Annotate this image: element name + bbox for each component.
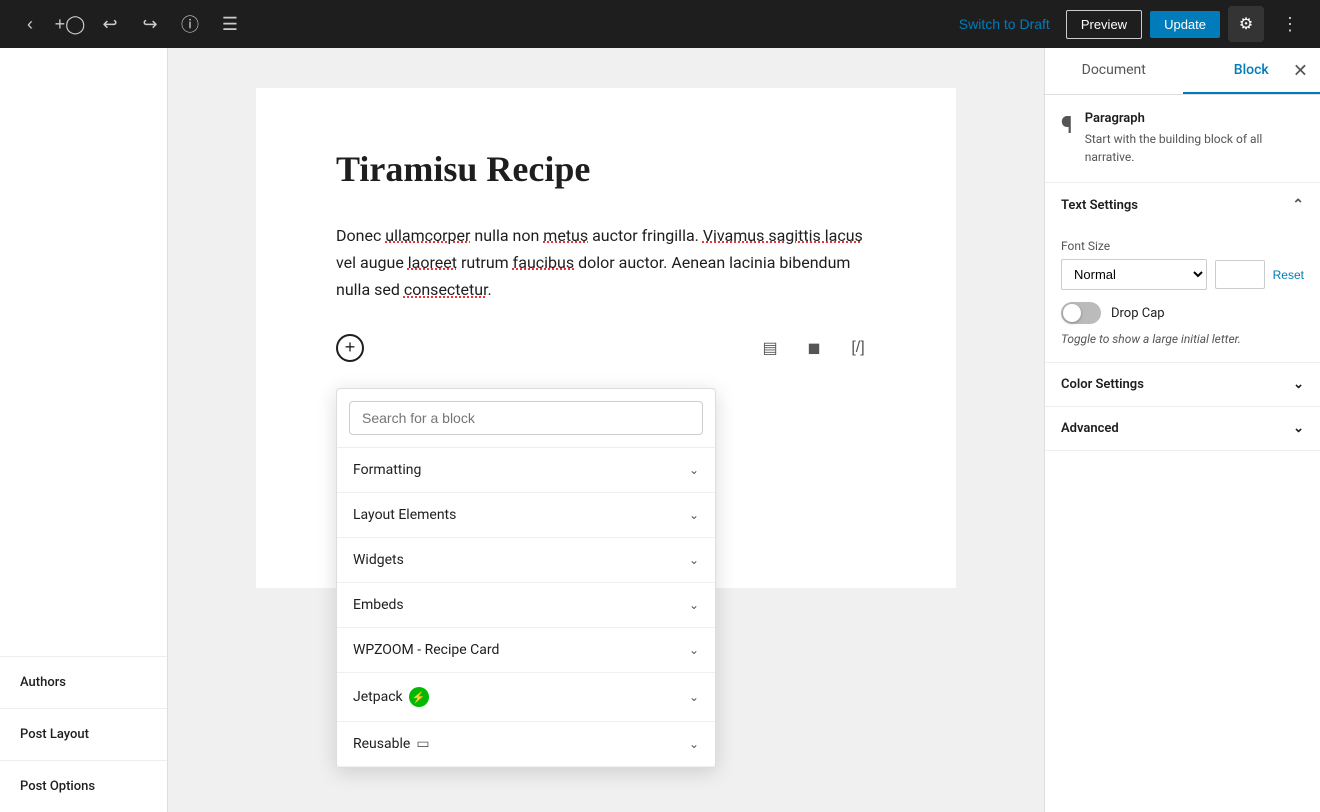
block-description: Start with the building block of all nar…: [1085, 130, 1304, 166]
paragraph-icon: ¶: [1061, 111, 1073, 139]
text-settings-header[interactable]: Text Settings ⌃: [1045, 183, 1320, 227]
advanced-collapse-icon: ⌄: [1293, 421, 1304, 436]
add-block-toolbar-button[interactable]: +◯: [52, 6, 88, 42]
block-category-wpzoom[interactable]: WPZOOM - Recipe Card ⌄: [337, 628, 715, 673]
font-size-label: Font Size: [1061, 239, 1304, 253]
reusable-block-icon: ▭: [416, 736, 429, 752]
block-category-widgets-label: Widgets: [353, 552, 404, 568]
bottom-sidebar-items: Authors Post Layout Post Options: [0, 656, 167, 812]
color-settings-title: Color Settings: [1061, 377, 1144, 392]
chevron-down-icon: ⌄: [689, 690, 699, 704]
tab-document[interactable]: Document: [1045, 48, 1183, 94]
block-category-embeds-label: Embeds: [353, 597, 404, 613]
spell-check-6: consectetur: [404, 280, 488, 299]
update-button[interactable]: Update: [1150, 11, 1220, 38]
block-category-formatting[interactable]: Formatting ⌄: [337, 448, 715, 493]
font-size-custom-input[interactable]: [1215, 260, 1265, 289]
spell-check-5: faucibus: [513, 253, 574, 272]
spell-check-2: metus: [543, 226, 588, 245]
left-sidebar: Authors Post Layout Post Options: [0, 48, 168, 812]
toggle-switch-thumb: [1063, 304, 1081, 322]
jetpack-badge-icon: ⚡: [409, 687, 429, 707]
post-paragraph[interactable]: Donec ullamcorper nulla non metus auctor…: [336, 222, 876, 304]
sidebar-item-authors[interactable]: Authors: [0, 656, 167, 708]
spell-check-3: Vivamus sagittis lacus: [703, 226, 863, 245]
text-settings-title: Text Settings: [1061, 198, 1138, 213]
drop-cap-label: Drop Cap: [1111, 306, 1165, 321]
toolbar: ‹ +◯ ↩ ↪ ⓘ ☰ Switch to Draft Preview Upd…: [0, 0, 1320, 48]
close-sidebar-button[interactable]: ✕: [1289, 57, 1312, 86]
chevron-down-icon: ⌄: [689, 737, 699, 751]
chevron-down-icon: ⌄: [689, 508, 699, 522]
redo-button[interactable]: ↪: [132, 6, 168, 42]
chevron-down-icon: ⌄: [689, 463, 699, 477]
right-sidebar: Document Block ✕ ¶ Paragraph Start with …: [1044, 48, 1320, 812]
font-size-row: Small Normal Medium Large Huge Reset: [1061, 259, 1304, 290]
paragraph-block-icon[interactable]: ▤: [752, 330, 788, 366]
block-category-reusable[interactable]: Reusable ▭ ⌄: [337, 722, 715, 767]
font-size-reset-button[interactable]: Reset: [1273, 268, 1304, 282]
list-view-button[interactable]: ☰: [212, 6, 248, 42]
block-type-icons: ▤ ◼ [/]: [752, 330, 876, 366]
image-block-icon[interactable]: ◼: [796, 330, 832, 366]
chevron-down-icon: ⌄: [689, 553, 699, 567]
toolbar-right: Switch to Draft Preview Update ⚙ ⋮: [951, 6, 1308, 42]
preview-button[interactable]: Preview: [1066, 10, 1142, 39]
post-title[interactable]: Tiramisu Recipe: [336, 148, 876, 190]
block-info-text: Paragraph Start with the building block …: [1085, 111, 1304, 166]
sidebar-item-post-layout[interactable]: Post Layout: [0, 708, 167, 760]
main-layout: Authors Post Layout Post Options Tiramis…: [0, 48, 1320, 812]
jetpack-label-group: Jetpack ⚡: [353, 687, 429, 707]
drop-cap-toggle[interactable]: [1061, 302, 1101, 324]
color-settings-collapse-icon: ⌄: [1293, 377, 1304, 392]
chevron-down-icon: ⌄: [689, 598, 699, 612]
switch-to-draft-button[interactable]: Switch to Draft: [951, 10, 1058, 38]
settings-gear-button[interactable]: ⚙: [1228, 6, 1264, 42]
text-settings-section: Text Settings ⌃ Font Size Small Normal M…: [1045, 183, 1320, 363]
advanced-header[interactable]: Advanced ⌄: [1045, 407, 1320, 451]
advanced-title: Advanced: [1061, 421, 1119, 436]
block-inserter: Formatting ⌄ Layout Elements ⌄ Widgets ⌄…: [336, 388, 716, 768]
text-settings-collapse-icon: ⌃: [1292, 197, 1304, 213]
add-block-inline-button[interactable]: +: [336, 334, 364, 362]
spell-check-4: laoreet: [408, 253, 457, 272]
text-settings-body: Font Size Small Normal Medium Large Huge…: [1045, 227, 1320, 362]
chevron-down-icon: ⌄: [689, 643, 699, 657]
sidebar-item-post-options[interactable]: Post Options: [0, 760, 167, 812]
sidebar-tabs: Document Block ✕: [1045, 48, 1320, 95]
block-category-wpzoom-label: WPZOOM - Recipe Card: [353, 642, 499, 658]
block-search-input[interactable]: [349, 401, 703, 435]
spell-check-1: ullamcorper: [385, 226, 470, 245]
more-options-button[interactable]: ⋮: [1272, 6, 1308, 42]
block-category-jetpack-label: Jetpack: [353, 689, 403, 705]
info-button[interactable]: ⓘ: [172, 6, 208, 42]
back-button[interactable]: ‹: [12, 6, 48, 42]
undo-button[interactable]: ↩: [92, 6, 128, 42]
block-category-jetpack[interactable]: Jetpack ⚡ ⌄: [337, 673, 715, 722]
toolbar-left: ‹ +◯ ↩ ↪ ⓘ ☰: [12, 6, 248, 42]
block-name: Paragraph: [1085, 111, 1304, 126]
drop-cap-description: Toggle to show a large initial letter.: [1061, 332, 1304, 346]
block-category-formatting-label: Formatting: [353, 462, 421, 478]
editor-area: Tiramisu Recipe Donec ullamcorper nulla …: [168, 48, 1044, 812]
reusable-label-group: Reusable ▭: [353, 736, 430, 752]
add-block-area: + ▤ ◼ [/]: [336, 328, 876, 368]
block-category-embeds[interactable]: Embeds ⌄: [337, 583, 715, 628]
color-settings-header[interactable]: Color Settings ⌄: [1045, 363, 1320, 407]
font-size-select[interactable]: Small Normal Medium Large Huge: [1061, 259, 1207, 290]
shortcode-block-icon[interactable]: [/]: [840, 330, 876, 366]
block-category-layout-label: Layout Elements: [353, 507, 456, 523]
drop-cap-row: Drop Cap: [1061, 302, 1304, 324]
block-search: [337, 389, 715, 448]
block-category-reusable-label: Reusable: [353, 736, 410, 752]
block-category-layout[interactable]: Layout Elements ⌄: [337, 493, 715, 538]
block-info: ¶ Paragraph Start with the building bloc…: [1045, 95, 1320, 183]
block-category-widgets[interactable]: Widgets ⌄: [337, 538, 715, 583]
